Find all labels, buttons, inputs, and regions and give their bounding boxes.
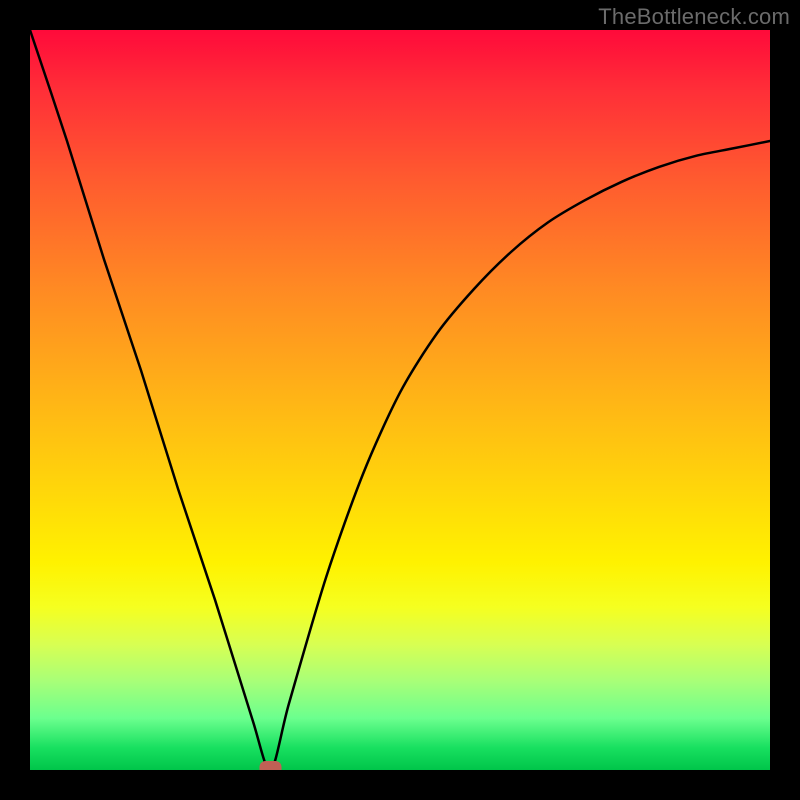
minimum-marker (260, 761, 282, 770)
bottleneck-curve (30, 30, 770, 770)
plot-area (30, 30, 770, 770)
attribution-label: TheBottleneck.com (598, 4, 790, 30)
chart-frame: TheBottleneck.com (0, 0, 800, 800)
curve-path (30, 30, 770, 770)
